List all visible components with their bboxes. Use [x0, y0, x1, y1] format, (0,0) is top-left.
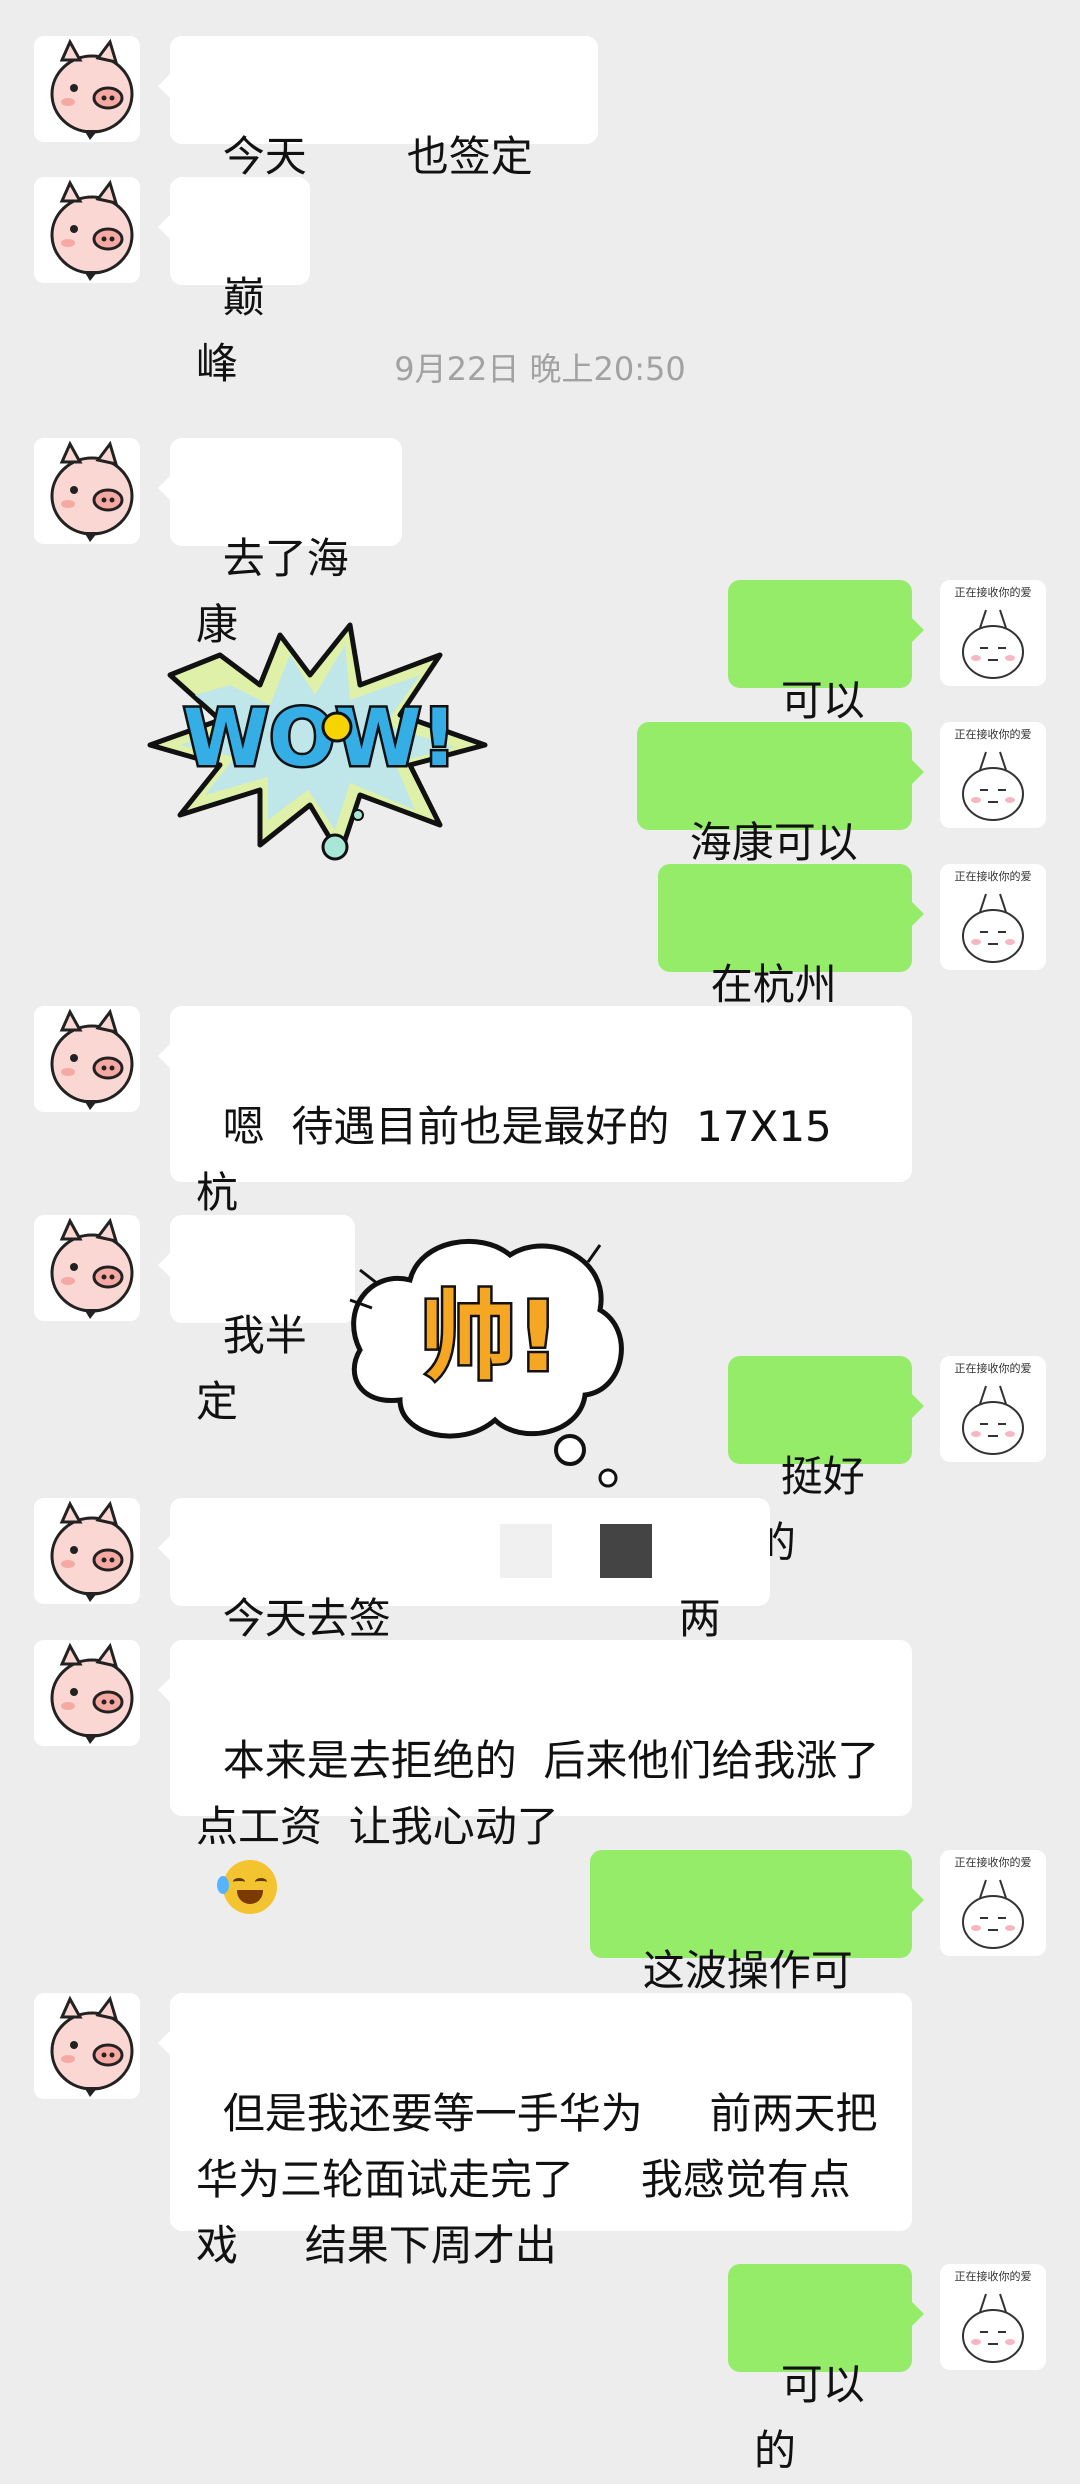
- outgoing-message[interactable]: 可以的: [728, 2264, 924, 2475]
- outgoing-message[interactable]: 这波操作可以: [590, 1850, 924, 2061]
- pig-avatar-icon: [50, 1642, 134, 1744]
- redaction-blur: [375, 1516, 455, 1588]
- message-text: 挺好的: [754, 1452, 865, 1567]
- timestamp: 9月22日 晚上20:50: [394, 350, 686, 388]
- incoming-message[interactable]: 但是我还要等一手华为 前两天把 华为三轮面试走完了 我感觉有点 戏 结果下周才出: [158, 1993, 912, 2270]
- bunny-avatar-icon: [962, 751, 1024, 821]
- outgoing-message[interactable]: 可以哦: [728, 580, 924, 791]
- contact-avatar[interactable]: [34, 177, 140, 283]
- bunny-avatar-icon: [962, 1385, 1024, 1455]
- bunny-avatar-icon: [962, 893, 1024, 963]
- bunny-avatar-icon: [962, 2293, 1024, 2363]
- incoming-message[interactable]: 本来是去拒绝的 后来他们给我涨了 点工资 让我心动了: [158, 1640, 912, 1914]
- contact-avatar[interactable]: [34, 1006, 140, 1112]
- self-avatar-caption: 正在接收你的爱: [954, 728, 1032, 741]
- pig-avatar-icon: [50, 1500, 134, 1602]
- contact-avatar[interactable]: [34, 1215, 140, 1321]
- self-avatar[interactable]: 正在接收你的爱: [940, 864, 1046, 970]
- redaction-block: [600, 1524, 652, 1578]
- outgoing-message[interactable]: 在杭州吗?: [658, 864, 924, 1075]
- contact-avatar[interactable]: [34, 1640, 140, 1746]
- incoming-message[interactable]: 嗯 待遇目前也是最好的 17X15 杭 州: [158, 1006, 912, 1283]
- incoming-message[interactable]: 今天也签定了: [158, 36, 598, 247]
- redaction-block: [500, 1524, 552, 1578]
- bunny-avatar-icon: [962, 609, 1024, 679]
- incoming-message[interactable]: 去了海康: [158, 438, 402, 649]
- incoming-message[interactable]: 巅峰: [158, 177, 310, 388]
- message-text: 今天: [222, 132, 307, 181]
- crying-laughing-emoji-icon: [216, 1860, 277, 1914]
- self-avatar[interactable]: 正在接收你的爱: [940, 2264, 1046, 2370]
- pig-avatar-icon: [50, 1008, 134, 1110]
- self-avatar-caption: 正在接收你的爱: [954, 870, 1032, 883]
- message-text: 但是我还要等一手华为 前两天把 华为三轮面试走完了 我感觉有点 戏 结果下周才出: [196, 2089, 878, 2270]
- self-avatar-caption: 正在接收你的爱: [954, 1362, 1032, 1375]
- redaction-blur: [282, 56, 378, 124]
- contact-avatar[interactable]: [34, 1498, 140, 1604]
- self-avatar[interactable]: 正在接收你的爱: [940, 1850, 1046, 1956]
- message-text: 今天去签: [222, 1594, 391, 1643]
- outgoing-message[interactable]: 海康可以的: [637, 722, 924, 933]
- incoming-message[interactable]: 今天去签两方: [158, 1498, 770, 1709]
- contact-avatar[interactable]: [34, 1993, 140, 2099]
- message-text: 我半定: [196, 1311, 307, 1426]
- pig-avatar-icon: [50, 1217, 134, 1319]
- outgoing-message[interactable]: 挺好的: [728, 1356, 924, 1567]
- bunny-avatar-icon: [962, 1879, 1024, 1949]
- pig-avatar-icon: [50, 1995, 134, 2097]
- shuai-sticker[interactable]: 帅!: [330, 1220, 650, 1500]
- contact-avatar[interactable]: [34, 438, 140, 544]
- sticker-text: 帅!: [420, 1281, 560, 1393]
- wow-sticker-icon: WOW!: [147, 622, 488, 861]
- message-text: 本来是去拒绝的 后来他们给我涨了 点工资 让我心动了: [196, 1736, 880, 1851]
- self-avatar-caption: 正在接收你的爱: [954, 2270, 1032, 2283]
- sticker-text: WOW!: [183, 694, 457, 784]
- contact-avatar[interactable]: [34, 36, 140, 142]
- self-avatar[interactable]: 正在接收你的爱: [940, 1356, 1046, 1462]
- wow-sticker[interactable]: WOW!: [140, 615, 500, 875]
- self-avatar[interactable]: 正在接收你的爱: [940, 722, 1046, 828]
- pig-avatar-icon: [50, 179, 134, 281]
- self-avatar-caption: 正在接收你的爱: [954, 586, 1032, 599]
- pig-avatar-icon: [50, 440, 134, 542]
- self-avatar[interactable]: 正在接收你的爱: [940, 580, 1046, 686]
- shuai-sticker-icon: 帅!: [349, 1238, 624, 1488]
- pig-avatar-icon: [50, 38, 134, 140]
- message-text: 可以的: [754, 2360, 865, 2475]
- incoming-message[interactable]: 我半定: [158, 1215, 355, 1426]
- self-avatar-caption: 正在接收你的爱: [954, 1856, 1032, 1869]
